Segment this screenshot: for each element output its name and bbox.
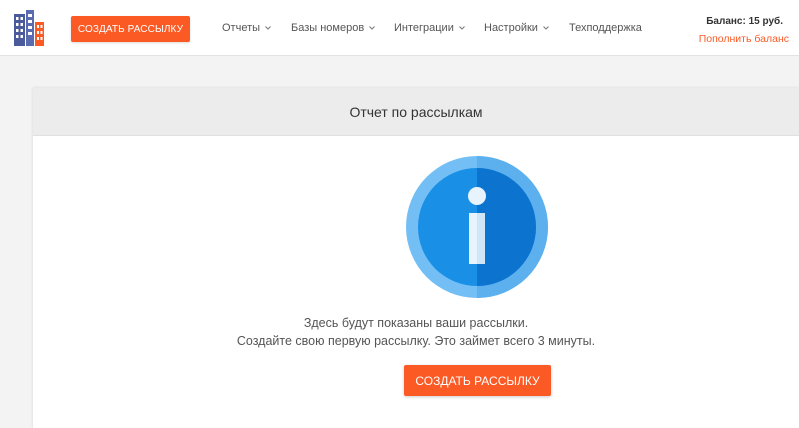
panel-title: Отчет по рассылкам [33, 88, 799, 136]
chevron-down-icon [369, 26, 376, 30]
balance-label: Баланс: 15 руб. [706, 16, 783, 27]
reports-panel: Отчет по рассылкам Здесь будут показаны … [33, 88, 799, 428]
info-icon [406, 156, 548, 298]
top-navigation-bar: СОЗДАТЬ РАССЫЛКУ Отчеты Базы номеров Инт… [0, 0, 799, 56]
create-mailing-button-header[interactable]: СОЗДАТЬ РАССЫЛКУ [71, 16, 190, 42]
nav-item-label: Техподдержка [569, 22, 642, 34]
nav-item-label: Настройки [484, 22, 538, 34]
nav-item-settings[interactable]: Настройки [484, 22, 549, 34]
nav-item-reports[interactable]: Отчеты [222, 22, 271, 34]
create-mailing-button[interactable]: СОЗДАТЬ РАССЫЛКУ [404, 365, 551, 396]
logo-buildings-icon[interactable] [14, 10, 44, 46]
chevron-down-icon [265, 26, 271, 30]
top-up-balance-link[interactable]: Пополнить баланс [699, 33, 789, 45]
nav-item-label: Базы номеров [291, 22, 365, 34]
nav-item-label: Интеграции [394, 22, 454, 34]
chevron-down-icon [459, 26, 465, 30]
nav-item-support[interactable]: Техподдержка [569, 22, 642, 34]
empty-state-message-line1: Здесь будут показаны ваши рассылки. [303, 316, 529, 330]
chevron-down-icon [543, 26, 549, 30]
nav-item-integrations[interactable]: Интеграции [394, 22, 465, 34]
empty-state-message-line2: Создайте свою первую рассылку. Это займе… [236, 334, 596, 348]
nav-item-label: Отчеты [222, 22, 261, 34]
nav-item-number-bases[interactable]: Базы номеров [291, 22, 376, 34]
